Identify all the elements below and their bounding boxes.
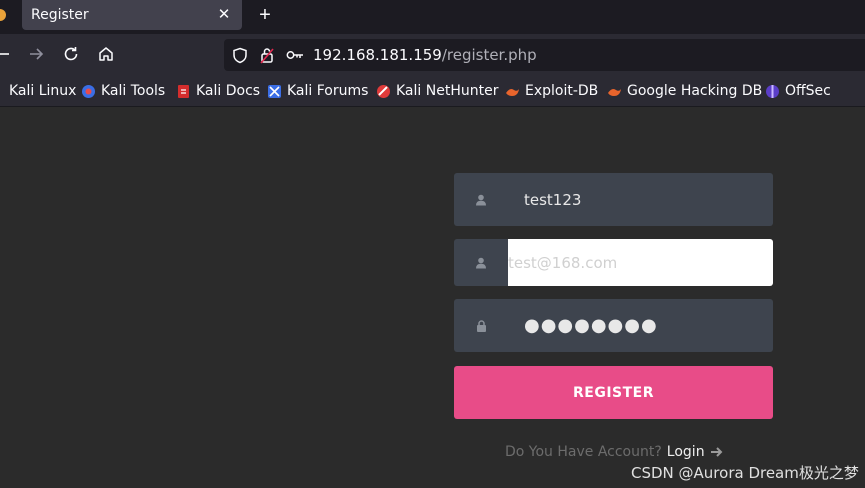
kali-linux-icon (0, 84, 4, 99)
bookmark-kali-forums[interactable]: Kali Forums (267, 82, 368, 100)
account-prompt: Do You Have Account? Login (505, 444, 724, 460)
email-field (454, 239, 773, 286)
exploit-db-icon (506, 88, 519, 96)
bookmark-label: Kali NetHunter (396, 83, 499, 99)
url-host: 192.168.181.159 (313, 46, 442, 64)
tab-bar: Register ✕ + (0, 0, 865, 34)
shield-icon (233, 47, 247, 63)
bookmark-google-hacking-db[interactable]: Google Hacking DB (607, 82, 762, 100)
key-icon (286, 51, 303, 59)
bookmark-label: Kali Linux (9, 83, 77, 99)
password-icon-box (454, 299, 508, 352)
insecure-connection-button[interactable] (257, 45, 277, 65)
forward-arrow-icon (30, 48, 44, 60)
bookmark-kali-tools[interactable]: Kali Tools (81, 82, 165, 100)
bookmark-label: Kali Forums (287, 83, 369, 99)
user-icon (476, 194, 486, 205)
bookmark-label: Google Hacking DB (627, 83, 763, 99)
tab-register[interactable]: Register ✕ (22, 0, 242, 30)
insecure-lock-icon (260, 47, 274, 64)
login-link[interactable]: Login (667, 444, 705, 460)
arrow-right-icon[interactable] (710, 446, 724, 458)
back-arrow-icon (0, 53, 9, 55)
bookmark-kali-docs[interactable]: Kali Docs (176, 82, 260, 100)
kali-forums-icon (268, 84, 281, 98)
tab-close-icon[interactable]: ✕ (214, 5, 234, 25)
password-field: ●●●●●●●● (454, 299, 773, 352)
url-text[interactable]: 192.168.181.159/register.php (313, 46, 537, 64)
bookmark-label: OffSec (785, 83, 831, 99)
email-icon-box (454, 239, 508, 286)
user-icon (476, 257, 486, 268)
offsec-icon (766, 84, 779, 98)
url-path: /register.php (441, 46, 537, 64)
partial-tab-favicon[interactable] (0, 9, 6, 21)
new-tab-button[interactable]: + (254, 4, 276, 26)
register-button[interactable]: REGISTER (454, 366, 773, 419)
page-content (0, 108, 865, 488)
bookmark-kali-linux[interactable]: Kali Linux (0, 82, 76, 100)
account-question: Do You Have Account? (505, 444, 662, 460)
bookmark-exploit-db[interactable]: Exploit-DB (505, 82, 598, 100)
bookmark-offsec[interactable]: OffSec (765, 82, 831, 100)
lock-icon (476, 319, 486, 332)
forward-button[interactable] (24, 42, 48, 66)
home-button[interactable] (94, 42, 118, 66)
username-input[interactable] (508, 173, 773, 226)
bookmark-label: Kali Tools (101, 83, 166, 99)
username-icon-box (454, 173, 508, 226)
tracking-protection-button[interactable] (229, 45, 251, 65)
reload-icon (64, 47, 78, 61)
username-field (454, 173, 773, 226)
csdn-watermark: CSDN @Aurora Dream极光之梦 (631, 464, 859, 482)
bookmark-label: Kali Docs (196, 83, 261, 99)
email-input[interactable] (508, 239, 773, 286)
bookmark-kali-nethunter[interactable]: Kali NetHunter (376, 82, 498, 100)
password-input[interactable]: ●●●●●●●● (508, 299, 773, 352)
kali-nethunter-icon (377, 84, 390, 98)
tab-title: Register (31, 7, 89, 23)
saved-logins-button[interactable] (284, 45, 306, 65)
home-icon (99, 47, 113, 61)
kali-tools-icon (82, 84, 95, 98)
ghdb-icon (608, 88, 621, 96)
kali-docs-icon (178, 84, 189, 98)
reload-button[interactable] (59, 42, 83, 66)
bookmarks-bar: Kali Linux Kali Tools Kali Docs Kali For… (0, 74, 865, 107)
bookmark-label: Exploit-DB (525, 83, 599, 99)
back-button[interactable] (0, 42, 14, 66)
